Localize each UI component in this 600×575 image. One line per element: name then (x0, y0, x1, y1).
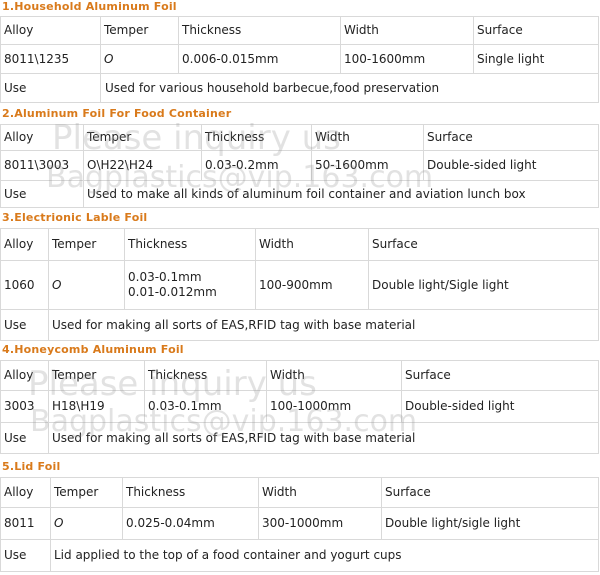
cell-thickness: 0.025-0.04mm (122, 507, 259, 540)
table-row: 8011 O 0.025-0.04mm 300-1000mm Double li… (0, 507, 599, 540)
cell-thickness-line-2: 0.01-0.012mm (128, 285, 217, 299)
use-row: Use Used for making all sorts of EAS,RFI… (0, 422, 599, 454)
use-label: Use (0, 539, 51, 572)
table-row: 8011\1235 O 0.006-0.015mm 100-1600mm Sin… (0, 44, 599, 74)
col-header-surface: Surface (381, 477, 599, 508)
spec-table-honeycomb: Alloy Temper Thickness Width Surface 300… (0, 360, 599, 454)
section-title-household: 1.Household Aluminum Foil (2, 0, 177, 13)
cell-thickness-line-1: 0.03-0.1mm (128, 270, 202, 284)
section-title-honeycomb: 4.Honeycomb Aluminum Foil (2, 343, 184, 356)
cell-temper: O\H22\H24 (83, 150, 202, 181)
col-header-temper: Temper (83, 124, 202, 151)
use-text: Used for various household barbecue,food… (100, 73, 599, 103)
spec-table-household: Alloy Temper Thickness Width Surface 801… (0, 16, 599, 103)
col-header-width: Width (266, 360, 402, 391)
table-row: 1060 O 0.03-0.1mm 0.01-0.012mm 100-900mm… (0, 260, 599, 310)
cell-thickness: 0.03-0.2mm (201, 150, 312, 181)
col-header-surface: Surface (473, 16, 599, 45)
col-header-surface: Surface (401, 360, 599, 391)
cell-width: 50-1600mm (311, 150, 424, 181)
spec-table-electronic-label: Alloy Temper Thickness Width Surface 106… (0, 228, 599, 341)
cell-thickness: 0.03-0.1mm 0.01-0.012mm (124, 260, 256, 310)
col-header-temper: Temper (48, 228, 125, 261)
table-header-row: Alloy Temper Thickness Width Surface (0, 360, 599, 391)
cell-width: 300-1000mm (258, 507, 382, 540)
col-header-thickness: Thickness (201, 124, 312, 151)
cell-alloy: 1060 (0, 260, 49, 310)
section-title-electronic-label: 3.Electrionic Lable Foil (2, 211, 148, 224)
col-header-alloy: Alloy (0, 228, 49, 261)
col-header-alloy: Alloy (0, 360, 49, 391)
use-row: Use Lid applied to the top of a food con… (0, 539, 599, 572)
spec-table-food-container: Alloy Temper Thickness Width Surface 801… (0, 124, 599, 208)
table-header-row: Alloy Temper Thickness Width Surface (0, 228, 599, 261)
col-header-width: Width (311, 124, 424, 151)
cell-surface: Single light (473, 44, 599, 74)
col-header-alloy: Alloy (0, 16, 101, 45)
col-header-width: Width (258, 477, 382, 508)
col-header-thickness: Thickness (144, 360, 267, 391)
cell-surface: Double-sided light (401, 390, 599, 423)
cell-width: 100-900mm (255, 260, 369, 310)
use-label: Use (0, 180, 84, 208)
section-title-lid: 5.Lid Foil (2, 460, 61, 473)
section-title-food-container: 2.Aluminum Foil For Food Container (2, 107, 232, 120)
col-header-temper: Temper (48, 360, 145, 391)
col-header-alloy: Alloy (0, 124, 84, 151)
cell-width: 100-1600mm (340, 44, 474, 74)
spec-sheet: 1.Household Aluminum Foil Alloy Temper T… (0, 0, 600, 575)
cell-temper: O (48, 260, 125, 310)
table-header-row: Alloy Temper Thickness Width Surface (0, 124, 599, 151)
col-header-temper: Temper (100, 16, 179, 45)
table-row: 8011\3003 O\H22\H24 0.03-0.2mm 50-1600mm… (0, 150, 599, 181)
col-header-surface: Surface (423, 124, 599, 151)
col-header-thickness: Thickness (122, 477, 259, 508)
use-text: Lid applied to the top of a food contain… (50, 539, 599, 572)
use-row: Use Used for various household barbecue,… (0, 73, 599, 103)
cell-thickness: 0.006-0.015mm (178, 44, 341, 74)
cell-surface: Double light/sigle light (381, 507, 599, 540)
use-label: Use (0, 73, 101, 103)
cell-alloy: 8011 (0, 507, 51, 540)
col-header-temper: Temper (50, 477, 123, 508)
use-text: Used for making all sorts of EAS,RFID ta… (48, 422, 599, 454)
use-text: Used for making all sorts of EAS,RFID ta… (48, 309, 599, 341)
col-header-thickness: Thickness (124, 228, 256, 261)
col-header-width: Width (340, 16, 474, 45)
col-header-width: Width (255, 228, 369, 261)
cell-surface: Double-sided light (423, 150, 599, 181)
use-row: Use Used for making all sorts of EAS,RFI… (0, 309, 599, 341)
cell-alloy: 3003 (0, 390, 49, 423)
cell-temper: O (100, 44, 179, 74)
use-label: Use (0, 309, 49, 341)
cell-temper: O (50, 507, 123, 540)
use-row: Use Used to make all kinds of aluminum f… (0, 180, 599, 208)
cell-alloy: 8011\1235 (0, 44, 101, 74)
col-header-thickness: Thickness (178, 16, 341, 45)
cell-surface: Double light/Sigle light (368, 260, 599, 310)
col-header-alloy: Alloy (0, 477, 51, 508)
cell-width: 100-1000mm (266, 390, 402, 423)
table-header-row: Alloy Temper Thickness Width Surface (0, 16, 599, 45)
spec-table-lid: Alloy Temper Thickness Width Surface 801… (0, 477, 599, 572)
col-header-surface: Surface (368, 228, 599, 261)
cell-thickness: 0.03-0.1mm (144, 390, 267, 423)
table-row: 3003 H18\H19 0.03-0.1mm 100-1000mm Doubl… (0, 390, 599, 423)
cell-temper: H18\H19 (48, 390, 145, 423)
use-text: Used to make all kinds of aluminum foil … (83, 180, 599, 208)
use-label: Use (0, 422, 49, 454)
cell-alloy: 8011\3003 (0, 150, 84, 181)
table-header-row: Alloy Temper Thickness Width Surface (0, 477, 599, 508)
